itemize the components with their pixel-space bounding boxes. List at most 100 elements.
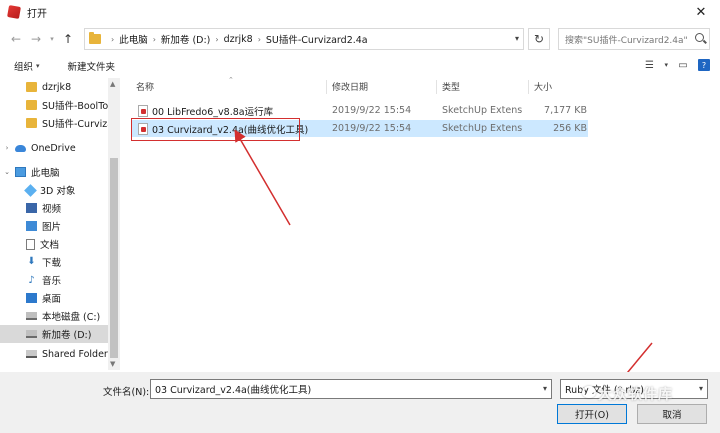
navigation-pane: dzrjk8 SU插件-BoolTo SU插件-Curviza › OneDri… xyxy=(0,78,120,370)
back-arrow-icon[interactable]: ← xyxy=(6,29,26,49)
sidebar-item-label: Shared Folders xyxy=(42,348,108,360)
sidebar-item-music[interactable]: ♪ 音乐 xyxy=(0,271,108,289)
sidebar-item-label: 下载 xyxy=(42,258,62,269)
download-icon: ⬇ xyxy=(27,256,36,267)
sidebar-item-label: SU插件-BoolTo xyxy=(42,101,108,112)
sidebar-item-pictures[interactable]: 图片 xyxy=(0,217,108,235)
chevron-right-icon[interactable]: › xyxy=(215,35,218,44)
sidebar-item-booltools[interactable]: SU插件-BoolTo xyxy=(0,96,108,114)
table-row[interactable]: 00 LibFredo6_v8.8a运行库 2019/9/22 15:54 Sk… xyxy=(132,102,588,119)
column-divider[interactable] xyxy=(528,80,529,94)
search-icon xyxy=(695,33,704,42)
file-size: 7,177 KB xyxy=(544,105,587,116)
sidebar-item-label: 视频 xyxy=(42,204,62,215)
sidebar-item-label: 图片 xyxy=(42,222,62,233)
sidebar-item-downloads[interactable]: ⬇ 下载 xyxy=(0,253,108,271)
cloud-icon xyxy=(15,144,26,152)
scrollbar-thumb[interactable] xyxy=(110,158,118,358)
chevron-down-icon[interactable]: ▾ xyxy=(36,62,40,70)
sidebar-item-label: 新加卷 (D:) xyxy=(42,330,92,341)
cancel-button[interactable]: 取消 xyxy=(637,404,707,424)
file-name: 00 LibFredo6_v8.8a运行库 xyxy=(152,106,274,118)
column-divider[interactable] xyxy=(326,80,327,94)
file-type: SketchUp Extens... xyxy=(442,123,522,134)
forward-arrow-icon[interactable]: → xyxy=(26,29,46,49)
navigation-bar: ← → ▾ ↑ › 此电脑 › 新加卷 (D:) › dzrjk8 › SU插件… xyxy=(0,24,720,54)
search-input[interactable]: 搜索"SU插件-Curvizard2.4a" xyxy=(558,28,710,50)
new-folder-button[interactable]: 新建文件夹 xyxy=(68,59,116,73)
filename-label: 文件名(N): xyxy=(103,387,150,398)
drive-icon xyxy=(26,330,37,338)
sidebar-item-drive-d[interactable]: 新加卷 (D:) xyxy=(0,325,108,343)
chevron-down-icon[interactable]: ▾ xyxy=(664,61,668,69)
chevron-down-icon[interactable]: ▾ xyxy=(543,384,547,393)
sketchup-app-icon xyxy=(7,5,21,19)
command-toolbar: 组织 ▾ 新建文件夹 ☰ ▾ ▭ ? xyxy=(0,56,720,76)
sidebar-item-label: 本地磁盘 (C:) xyxy=(42,312,101,323)
scroll-up-icon[interactable]: ▲ xyxy=(110,80,115,88)
sort-ascending-icon: ⌃ xyxy=(228,76,234,84)
watermark-text: 大众软件库 xyxy=(598,387,673,403)
sidebar-item-dzrjk8[interactable]: dzrjk8 xyxy=(0,78,108,96)
sidebar-item-label: OneDrive xyxy=(31,142,76,154)
file-size: 256 KB xyxy=(553,123,587,134)
sidebar-item-documents[interactable]: 文档 xyxy=(0,235,108,253)
column-header-date[interactable]: 修改日期 xyxy=(332,80,368,93)
sidebar-item-label: 音乐 xyxy=(42,276,62,287)
breadcrumb-dzrjk8[interactable]: dzrjk8 xyxy=(224,34,253,45)
refresh-icon[interactable]: ↻ xyxy=(528,28,550,50)
folder-icon xyxy=(26,118,37,128)
watermark-logo-icon xyxy=(582,386,596,398)
chevron-down-icon[interactable]: ▾ xyxy=(699,384,703,393)
column-divider[interactable] xyxy=(436,80,437,94)
music-icon: ♪ xyxy=(28,274,35,286)
help-icon[interactable]: ? xyxy=(698,59,710,71)
rbz-file-icon xyxy=(138,104,148,117)
cube-icon xyxy=(24,183,37,197)
sidebar-item-desktop[interactable]: 桌面 xyxy=(0,289,108,307)
breadcrumb-this-pc[interactable]: 此电脑 xyxy=(119,32,148,46)
sidebar-item-onedrive[interactable]: › OneDrive xyxy=(0,139,108,157)
chevron-right-icon[interactable]: › xyxy=(111,35,114,44)
collapse-icon[interactable]: ⌄ xyxy=(3,168,11,176)
annotation-box-selected-file xyxy=(131,118,300,141)
up-arrow-icon[interactable]: ↑ xyxy=(58,29,78,49)
sidebar-item-shared-folders[interactable]: Shared Folders xyxy=(0,345,108,363)
file-date: 2019/9/22 15:54 xyxy=(332,105,412,116)
scroll-down-icon[interactable]: ▼ xyxy=(110,360,115,368)
sidebar-item-videos[interactable]: 视频 xyxy=(0,199,108,217)
folder-icon xyxy=(26,82,37,92)
column-header-name[interactable]: 名称 xyxy=(136,80,154,93)
desktop-icon xyxy=(26,293,37,303)
sidebar-scrollbar[interactable]: ▲ ▼ xyxy=(108,78,120,370)
computer-icon xyxy=(15,167,26,177)
title-bar: 打开 ✕ xyxy=(0,0,720,24)
column-header-size[interactable]: 大小 xyxy=(534,80,552,93)
drive-icon xyxy=(26,312,37,320)
address-bar[interactable]: › 此电脑 › 新加卷 (D:) › dzrjk8 › SU插件-Curviza… xyxy=(84,28,524,50)
sidebar-item-drive-c[interactable]: 本地磁盘 (C:) xyxy=(0,307,108,325)
column-header-type[interactable]: 类型 xyxy=(442,80,460,93)
recent-dropdown-icon[interactable]: ▾ xyxy=(46,29,58,49)
chevron-down-icon[interactable]: ▾ xyxy=(515,34,519,43)
file-date: 2019/9/22 15:54 xyxy=(332,123,412,134)
preview-pane-icon[interactable]: ▭ xyxy=(676,58,690,72)
search-placeholder: 搜索"SU插件-Curvizard2.4a" xyxy=(565,35,688,46)
breadcrumb-drive-d[interactable]: 新加卷 (D:) xyxy=(161,32,210,46)
view-options-icon[interactable]: ☰ xyxy=(642,58,656,72)
breadcrumb-current-folder[interactable]: SU插件-Curvizard2.4a xyxy=(266,32,368,46)
chevron-right-icon[interactable]: › xyxy=(153,35,156,44)
filename-input[interactable]: 03 Curvizard_v2.4a(曲线优化工具) ▾ xyxy=(150,379,552,399)
sidebar-item-curvizard[interactable]: SU插件-Curviza xyxy=(0,114,108,132)
open-button[interactable]: 打开(O) xyxy=(557,404,627,424)
video-icon xyxy=(26,203,37,213)
expand-icon[interactable]: › xyxy=(3,144,11,152)
sidebar-item-3d-objects[interactable]: 3D 对象 xyxy=(0,181,108,199)
close-icon[interactable]: ✕ xyxy=(682,0,720,24)
sidebar-item-label: SU插件-Curviza xyxy=(42,119,108,130)
chevron-right-icon[interactable]: › xyxy=(258,35,261,44)
folder-icon xyxy=(26,100,37,110)
sidebar-item-label: 桌面 xyxy=(42,294,62,305)
sidebar-item-this-pc[interactable]: ⌄ 此电脑 xyxy=(0,163,108,181)
organize-menu[interactable]: 组织 xyxy=(14,59,33,73)
